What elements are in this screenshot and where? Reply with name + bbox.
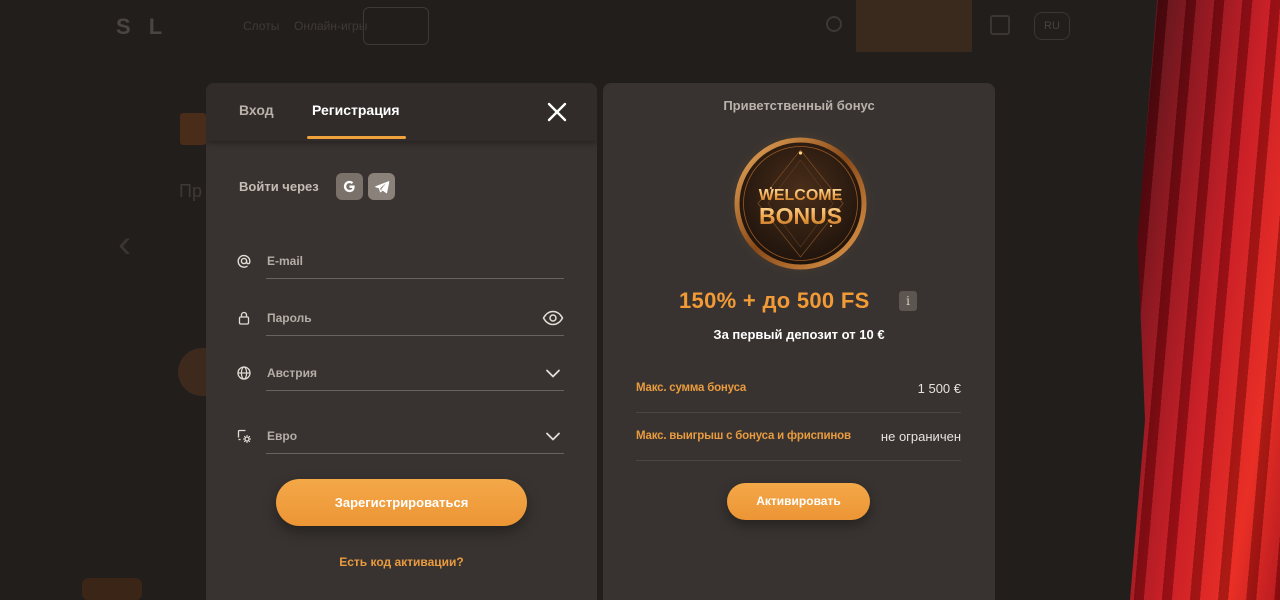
password-input[interactable]: Пароль: [267, 311, 312, 325]
bonus-detail-row: Макс. сумма бонуса 1 500 €: [636, 365, 961, 413]
tab-login[interactable]: Вход: [239, 102, 274, 118]
at-sign-icon: [237, 254, 251, 268]
bonus-amount: 150% + до 500 FS: [679, 288, 870, 313]
email-input[interactable]: E-mail: [267, 254, 303, 268]
telegram-icon: [374, 180, 389, 193]
activation-code-link[interactable]: Есть код активации?: [206, 555, 597, 569]
nav-item-online-games: Онлайн-игры: [294, 19, 368, 33]
background-bottom-block: [82, 578, 142, 600]
chevron-down-icon[interactable]: [542, 427, 564, 445]
activate-bonus-button[interactable]: Активировать: [727, 483, 870, 520]
eye-icon[interactable]: [542, 309, 564, 327]
active-tab-indicator: [307, 136, 406, 139]
email-field[interactable]: E-mail: [236, 243, 564, 283]
chevron-left-icon: ‹: [118, 222, 132, 266]
max-bonus-label: Макс. сумма бонуса: [636, 382, 747, 394]
background-header: S L Слоты Онлайн-игры RU: [0, 0, 1140, 52]
social-login-label: Войти через: [239, 179, 319, 194]
currency-select[interactable]: Евро: [236, 418, 564, 458]
max-win-label: Макс. выигрыш с бонуса и фриспинов: [636, 430, 851, 442]
bonus-subtitle: За первый депозит от 10 €: [713, 327, 885, 342]
currency-exchange-icon: [237, 429, 251, 443]
info-icon[interactable]: i: [899, 291, 917, 311]
telegram-login-button[interactable]: [368, 173, 395, 200]
country-value: Австрия: [267, 366, 318, 380]
nav-item-slots: Слоты: [243, 19, 280, 33]
header-register-button: [856, 0, 972, 52]
welcome-bonus-panel: Приветственный бонус WELCOME BONUS 150% …: [603, 83, 995, 600]
close-icon[interactable]: [546, 101, 568, 123]
badge-text-bonus: BONUS: [759, 203, 842, 229]
field-underline: [266, 390, 564, 391]
background-heading: Пр: [179, 181, 202, 201]
curtain-decoration: [1130, 0, 1280, 600]
welcome-bonus-badge: WELCOME BONUS: [723, 126, 878, 281]
field-underline: [266, 453, 564, 454]
tab-register[interactable]: Регистрация: [312, 102, 400, 118]
login-icon: [990, 15, 1010, 35]
globe-icon: [237, 366, 251, 380]
promo-button: [363, 7, 429, 45]
chevron-down-icon[interactable]: [542, 364, 564, 382]
search-icon: [826, 16, 842, 32]
site-logo: S L: [116, 14, 169, 39]
register-button[interactable]: Зарегистрироваться: [276, 479, 527, 526]
auth-tabs: Вход Регистрация: [206, 83, 597, 141]
country-select[interactable]: Австрия: [236, 355, 564, 395]
google-login-button[interactable]: [336, 173, 363, 200]
max-bonus-value: 1 500 €: [917, 381, 961, 396]
google-icon: [343, 180, 355, 193]
background-logo-block: [180, 113, 206, 145]
currency-value: Евро: [267, 429, 298, 443]
lock-icon: [238, 311, 250, 325]
bonus-detail-row: Макс. выигрыш с бонуса и фриспинов не ог…: [636, 413, 961, 461]
bonus-title: Приветственный бонус: [723, 98, 875, 113]
field-underline: [266, 278, 564, 279]
field-underline: [266, 335, 564, 336]
auth-modal: Вход Регистрация Войти через E-mail Паро…: [206, 83, 597, 600]
language-switcher: RU: [1034, 12, 1070, 40]
badge-text-welcome: WELCOME: [759, 187, 843, 204]
max-win-value: не ограничен: [880, 429, 961, 444]
password-field[interactable]: Пароль: [236, 300, 564, 340]
